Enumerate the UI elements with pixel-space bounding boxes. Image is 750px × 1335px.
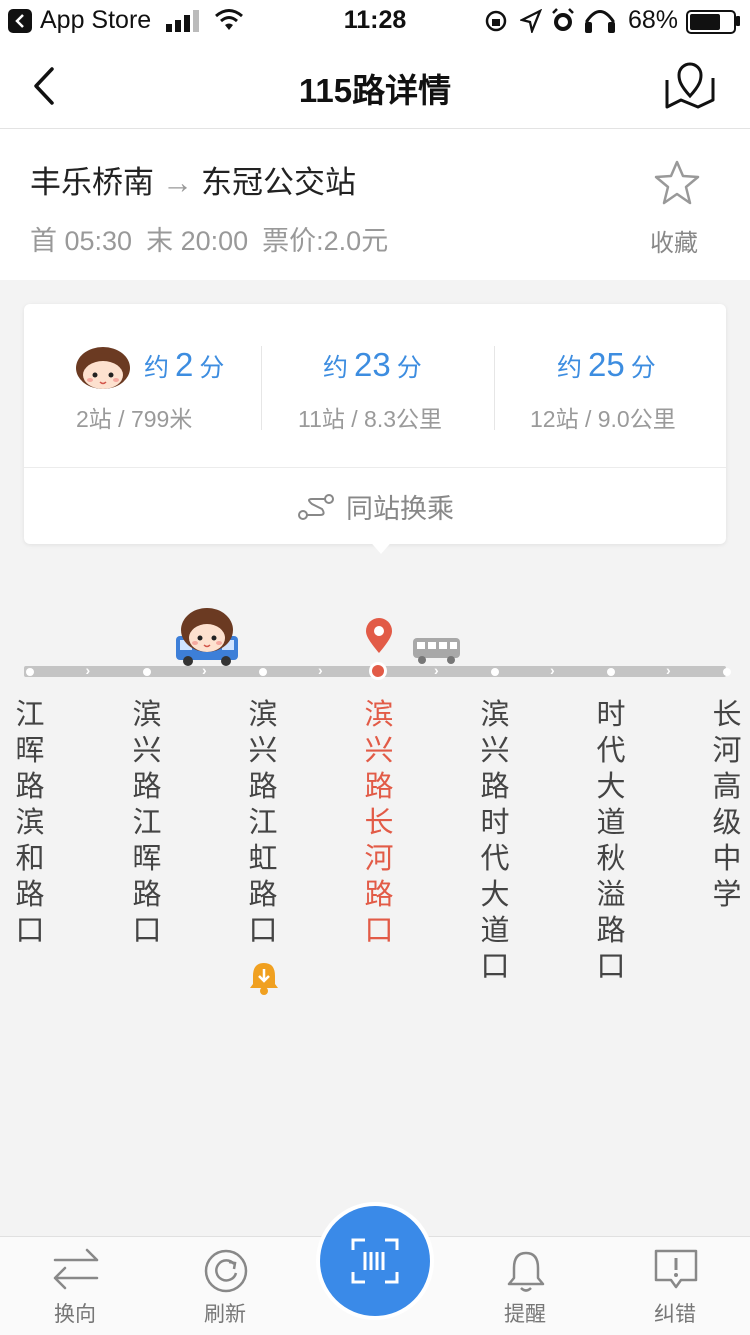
direction-chevron-icon: › bbox=[550, 662, 555, 678]
stop-dot bbox=[26, 668, 34, 676]
stop-name[interactable]: 滨兴路江虹路口 bbox=[243, 697, 283, 949]
transfer-label: 同站换乘 bbox=[346, 494, 454, 524]
tab-swap[interactable]: 换向 bbox=[20, 1236, 130, 1334]
tab-report-label: 纠错 bbox=[654, 1303, 696, 1326]
favorite-label[interactable]: 收藏 bbox=[650, 223, 698, 258]
direction-chevron-icon: › bbox=[318, 662, 323, 678]
direction-chevron-icon: › bbox=[85, 662, 91, 678]
tab-report[interactable]: 纠错 bbox=[620, 1236, 730, 1334]
avatar bbox=[76, 347, 130, 389]
last-bus: 末 20:00 bbox=[146, 226, 249, 256]
stop-name-current[interactable]: 滨兴路长河路口 bbox=[359, 697, 399, 949]
scan-button[interactable] bbox=[320, 1206, 430, 1316]
eta-2-time: 约 23 分 bbox=[323, 346, 422, 383]
page-title: 115路详情 bbox=[298, 72, 452, 109]
eta-3-time: 约 25 分 bbox=[557, 346, 656, 383]
direction-chevron-icon: › bbox=[666, 662, 671, 678]
battery-icon bbox=[686, 10, 736, 34]
bus-icon[interactable] bbox=[412, 636, 462, 666]
fare: 票价:2.0元 bbox=[262, 226, 389, 256]
star-icon[interactable] bbox=[652, 159, 702, 207]
reminder-bell-icon[interactable] bbox=[248, 960, 280, 996]
eta-1-time: 约2分 bbox=[144, 346, 225, 383]
stop-dot bbox=[491, 668, 499, 676]
stop-name[interactable]: 江晖路滨和路口 bbox=[10, 697, 50, 949]
tab-remind-label: 提醒 bbox=[504, 1303, 546, 1326]
headphones-icon bbox=[585, 10, 615, 33]
eta-2-detail: 11站 / 8.3公里 bbox=[298, 406, 443, 432]
stop-name[interactable]: 滨兴路时代大道口 bbox=[475, 697, 515, 985]
bell-icon bbox=[507, 1251, 545, 1292]
route-to: 东冠公交站 bbox=[201, 165, 356, 200]
tab-refresh[interactable]: 刷新 bbox=[170, 1236, 280, 1334]
eta-card: 约2分 2站 / 799米 约 23 分 11站 / 8.3公里 约 25 分 12站 … bbox=[24, 304, 726, 544]
route-transfer-icon bbox=[298, 493, 334, 520]
route-arrow: → bbox=[162, 165, 193, 200]
location-icon bbox=[520, 9, 542, 33]
tab-refresh-label: 刷新 bbox=[204, 1303, 246, 1326]
transfer-row: 同站换乘 bbox=[298, 487, 454, 526]
stop-name[interactable]: 滨兴路江晖路口 bbox=[127, 697, 167, 949]
stop-dot bbox=[723, 668, 731, 676]
swap-icon bbox=[53, 1248, 99, 1290]
first-bus: 首 05:30 bbox=[30, 226, 133, 256]
stop-name[interactable]: 长河高级中学 bbox=[707, 697, 747, 913]
alarm-icon bbox=[552, 8, 574, 31]
stop-dot bbox=[143, 668, 151, 676]
eta-divider bbox=[261, 346, 262, 430]
eta-1-detail: 2站 / 799米 bbox=[76, 406, 193, 432]
map-pin-icon[interactable] bbox=[664, 60, 716, 110]
stop-name[interactable]: 时代大道秋溢路口 bbox=[591, 697, 631, 985]
report-icon bbox=[654, 1249, 698, 1289]
stop-dot bbox=[607, 668, 615, 676]
route-direction: 丰乐桥南 → 东冠公交站 bbox=[30, 157, 356, 202]
transfer-button[interactable]: 同站换乘 bbox=[24, 467, 726, 544]
battery-fill bbox=[690, 14, 720, 30]
scan-icon bbox=[351, 1238, 399, 1284]
battery-percent: 68% bbox=[628, 6, 679, 34]
route-from: 丰乐桥南 bbox=[30, 165, 154, 200]
tab-remind[interactable]: 提醒 bbox=[470, 1236, 580, 1334]
route-schedule: 首 05:30 末 20:00 票价:2.0元 bbox=[30, 219, 402, 258]
status-bar: App Store 11:28 68% bbox=[0, 0, 750, 42]
eta-3-detail: 12站 / 9.0公里 bbox=[530, 406, 676, 432]
current-stop-pin-icon bbox=[366, 618, 392, 653]
nav-bar: 115路详情 bbox=[0, 42, 750, 129]
rotation-lock-icon bbox=[485, 10, 507, 32]
current-stop-marker bbox=[369, 662, 387, 680]
eta-divider bbox=[494, 346, 495, 430]
card-pointer bbox=[367, 538, 395, 554]
tab-swap-label: 换向 bbox=[54, 1303, 96, 1326]
route-info: 丰乐桥南 → 东冠公交站 首 05:30 末 20:00 票价:2.0元 收藏 bbox=[0, 129, 750, 280]
refresh-icon bbox=[204, 1249, 248, 1293]
bus-with-avatar-icon[interactable] bbox=[174, 606, 240, 668]
stop-dot bbox=[259, 668, 267, 676]
battery-nub bbox=[736, 16, 740, 26]
